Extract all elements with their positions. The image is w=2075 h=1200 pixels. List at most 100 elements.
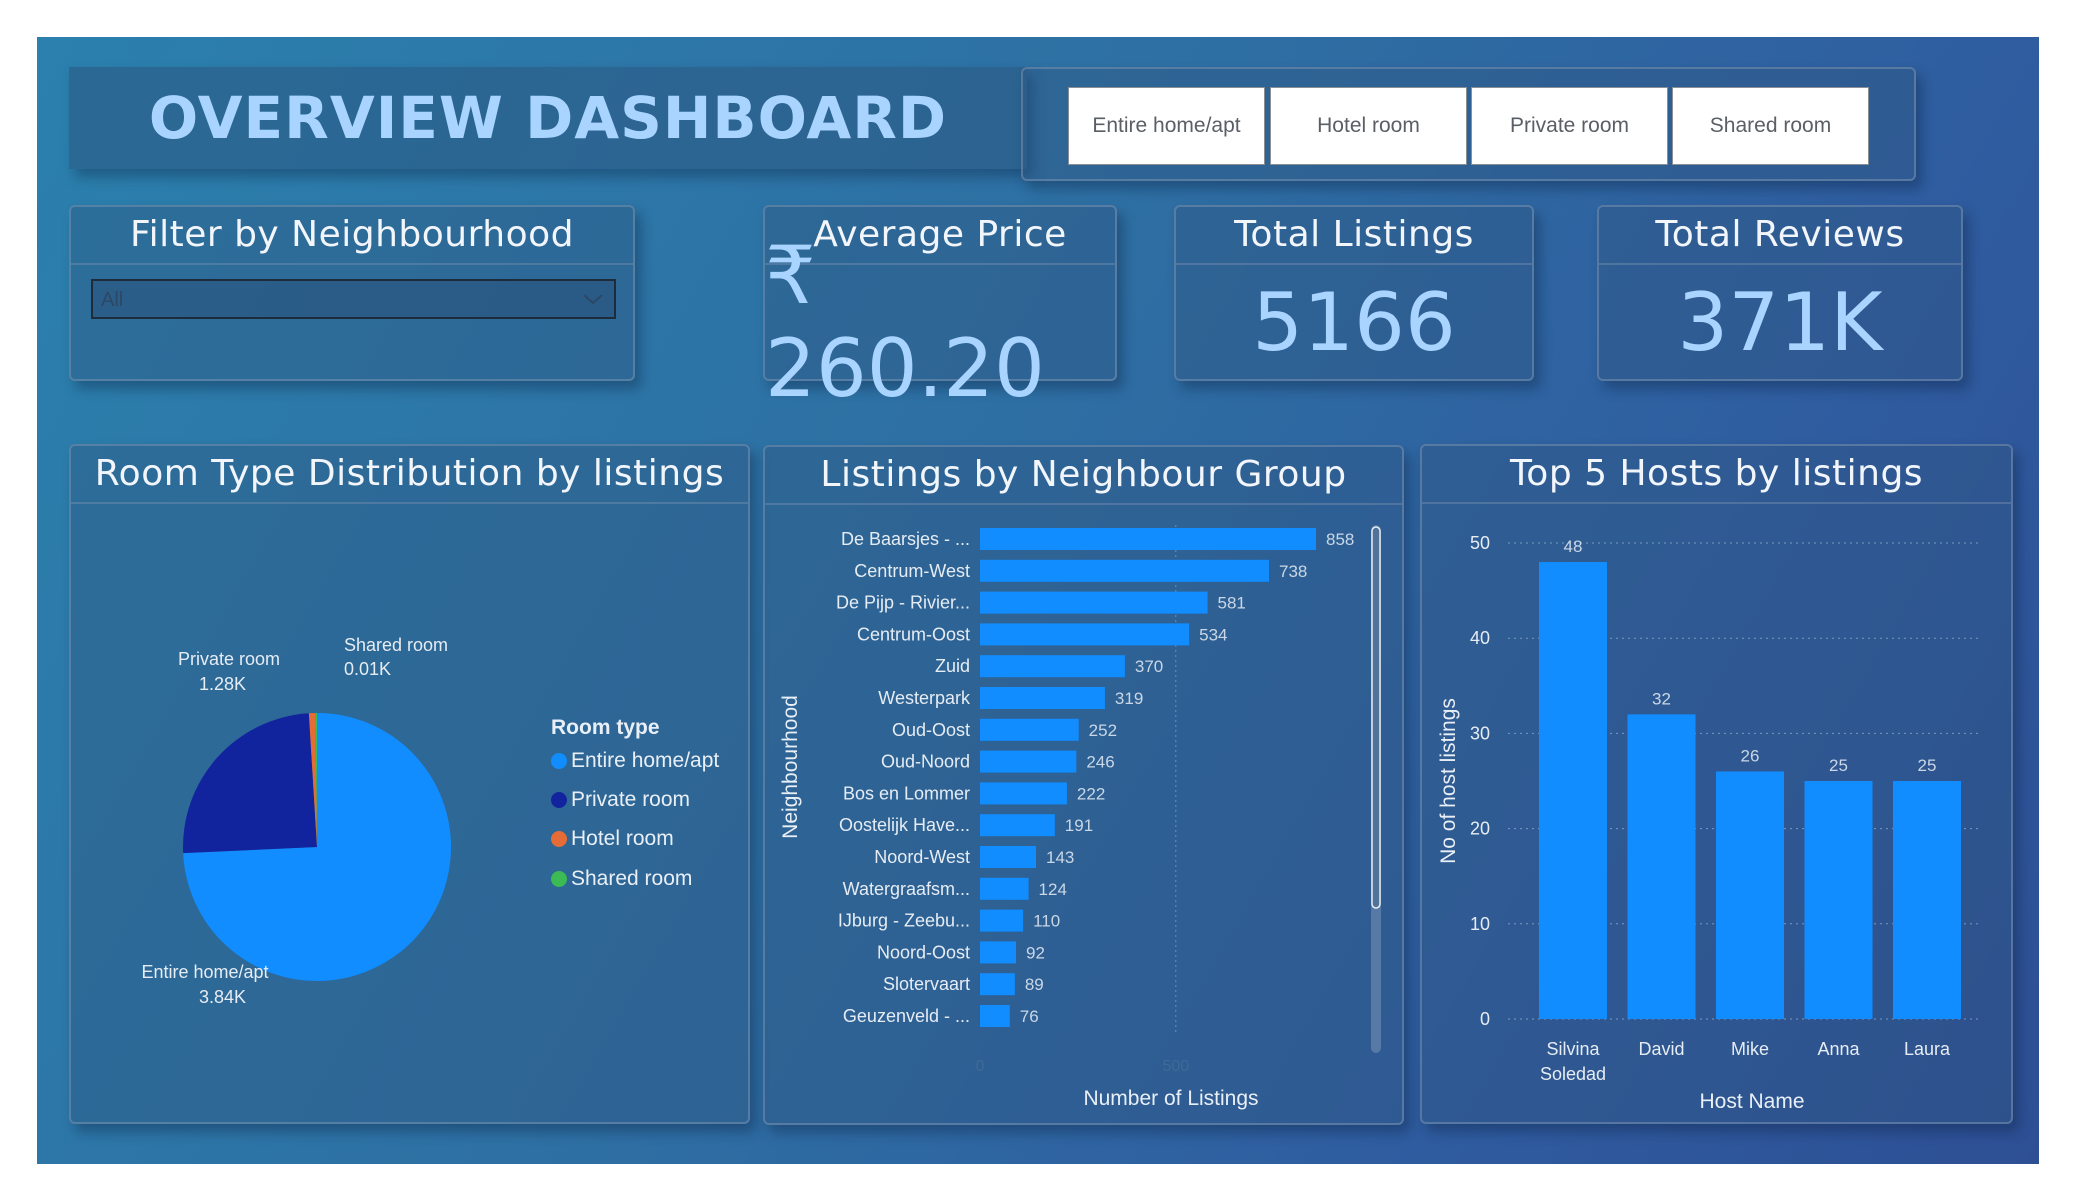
pie-label-entire-home-name: Entire home/apt	[141, 962, 268, 982]
bar[interactable]	[980, 687, 1105, 709]
category-label: Slotervaart	[883, 974, 970, 994]
room-type-slicer: Entire home/apt Hotel room Private room …	[1021, 67, 1916, 181]
legend-item-hotel-room[interactable]: Hotel room	[551, 827, 674, 851]
legend-marker	[551, 792, 567, 808]
neighbour-group-panel: Listings by Neighbour Group De Baarsjes …	[763, 445, 1404, 1125]
data-label: 252	[1089, 721, 1117, 740]
data-label: 76	[1020, 1007, 1039, 1026]
kpi-total-reviews-title: Total Reviews	[1599, 207, 1961, 265]
bar[interactable]	[980, 846, 1036, 868]
kpi-total-reviews-value: 371K	[1677, 275, 1883, 369]
legend-item-private-room[interactable]: Private room	[551, 788, 690, 812]
legend-item-shared-room[interactable]: Shared room	[551, 867, 692, 891]
hosts-bar-chart: 0 10 20 30 40 50 48 Silvina Soledad 32 David 26 Mike…	[1437, 533, 1982, 1113]
pie-label-shared-room-value: 0.01K	[344, 659, 391, 679]
x-tick-label: 500	[1162, 1058, 1189, 1075]
legend-item-entire-home[interactable]: Entire home/apt	[551, 749, 719, 773]
data-label: 370	[1135, 657, 1163, 676]
neighbourhood-filter-panel: Filter by Neighbourhood All	[69, 205, 635, 381]
slicer-button-private-room[interactable]: Private room	[1471, 87, 1668, 165]
category-label: IJburg - Zeebu...	[838, 911, 970, 931]
bar[interactable]	[980, 782, 1067, 805]
dashboard-canvas: OVERVIEW DASHBOARD Entire home/apt Hotel…	[37, 37, 2039, 1164]
legend-marker	[551, 753, 567, 769]
y-axis-title: Neighbourhood	[779, 695, 802, 839]
category-label: De Pijp - Rivier...	[836, 593, 970, 613]
pie-label-entire-home-value: 3.84K	[199, 987, 246, 1007]
data-label: 89	[1025, 975, 1044, 994]
data-label: 110	[1033, 912, 1060, 931]
bar[interactable]	[1804, 781, 1873, 1019]
data-label: 191	[1065, 816, 1093, 835]
data-label: 25	[1829, 756, 1848, 775]
category-label: Noord-Oost	[877, 942, 970, 962]
y-axis-title: No of host listings	[1437, 698, 1460, 864]
x-tick-label-line: Silvina	[1546, 1039, 1600, 1059]
category-label: Noord-West	[874, 847, 970, 867]
chevron-down-icon	[583, 294, 603, 305]
bar[interactable]	[980, 973, 1015, 996]
pie-label-shared-room-name: Shared room	[344, 635, 448, 655]
pie-label-private-room-value: 1.28K	[199, 674, 246, 694]
category-label: Westerpark	[878, 688, 971, 708]
legend-marker	[551, 831, 567, 847]
category-label: De Baarsjes - ...	[841, 529, 970, 549]
category-label: Oostelijk Have...	[839, 815, 970, 835]
y-tick-label: 40	[1470, 628, 1490, 648]
category-label: Geuzenveld - ...	[843, 1006, 970, 1026]
slicer-button-hotel-room[interactable]: Hotel room	[1270, 87, 1467, 165]
category-label: Watergraafsm...	[843, 879, 970, 899]
bar[interactable]	[980, 528, 1316, 550]
bar[interactable]	[980, 718, 1079, 741]
category-label: Bos en Lommer	[843, 783, 970, 803]
y-tick-label: 50	[1470, 533, 1490, 553]
bar[interactable]	[980, 559, 1270, 582]
bar[interactable]	[1893, 781, 1961, 1019]
pie-legend-title: Room type	[551, 716, 660, 739]
bar[interactable]	[980, 909, 1024, 932]
data-label: 124	[1039, 880, 1067, 899]
x-tick-label: 0	[976, 1058, 985, 1075]
data-label: 92	[1026, 943, 1045, 962]
bar[interactable]	[980, 750, 1077, 773]
bar[interactable]	[1627, 714, 1696, 1019]
dropdown-selected-value: All	[101, 289, 124, 311]
x-tick-label: Anna	[1817, 1039, 1860, 1059]
bar[interactable]	[980, 623, 1190, 646]
y-tick-label: 10	[1470, 914, 1490, 934]
y-tick-label: 30	[1470, 723, 1490, 743]
scrollbar-thumb[interactable]	[1371, 526, 1381, 909]
data-label: 48	[1564, 537, 1583, 556]
kpi-total-listings: Total Listings 5166	[1174, 205, 1534, 381]
title-panel: OVERVIEW DASHBOARD	[69, 67, 1027, 169]
data-label: 246	[1086, 753, 1114, 772]
category-label: Centrum-West	[854, 561, 970, 581]
bar[interactable]	[980, 591, 1208, 614]
category-label: Centrum-Oost	[857, 624, 970, 644]
legend-marker	[551, 871, 567, 887]
kpi-total-listings-title: Total Listings	[1176, 207, 1532, 265]
bar[interactable]	[980, 814, 1055, 837]
bar[interactable]	[980, 655, 1125, 678]
bar[interactable]	[1539, 562, 1607, 1019]
data-label: 26	[1741, 746, 1760, 765]
data-label: 32	[1652, 689, 1671, 708]
kpi-average-price: Average Price ₹ 260.20	[763, 205, 1117, 415]
data-label: 143	[1046, 848, 1074, 867]
category-label: Oud-Oost	[892, 720, 970, 740]
bar[interactable]	[980, 1005, 1010, 1027]
slicer-button-entire-home[interactable]: Entire home/apt	[1068, 87, 1265, 165]
y-tick-label: 0	[1480, 1009, 1490, 1029]
bar[interactable]	[980, 877, 1029, 900]
bar[interactable]	[980, 941, 1017, 964]
data-label: 25	[1918, 756, 1937, 775]
kpi-average-price-value: ₹ 260.20	[765, 229, 1045, 415]
pie-label-private-room-name: Private room	[178, 649, 280, 669]
x-axis-title: Number of Listings	[1083, 1087, 1258, 1110]
room-type-pie-panel: Room Type Distribution by listings Priva…	[69, 444, 750, 1124]
bar[interactable]	[1716, 771, 1784, 1019]
neighbourhood-dropdown[interactable]: All	[91, 279, 616, 319]
slicer-button-shared-room[interactable]: Shared room	[1672, 87, 1869, 165]
x-tick-label: Mike	[1731, 1039, 1769, 1059]
pie-slice-private-room[interactable]	[183, 713, 317, 854]
